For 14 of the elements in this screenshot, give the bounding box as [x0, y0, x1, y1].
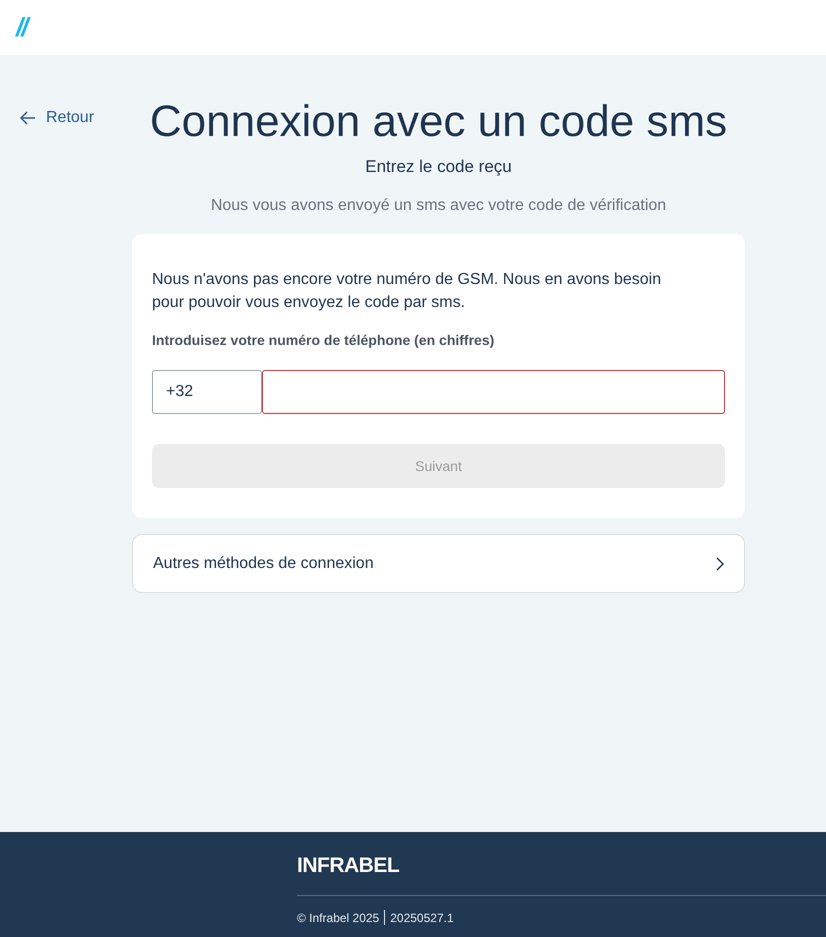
footer-logo: INFRABEL — [297, 854, 400, 878]
info-message: Nous n'avons pas encore votre numéro de GSM. Nous en avons besoin pour pouvoir vous envoyez le code par sms. — [152, 270, 662, 313]
page-title: Connexion avec un code sms — [150, 97, 728, 147]
back-link[interactable]: Retour — [20, 109, 94, 127]
version: 20250527.1 — [390, 910, 454, 924]
other-methods-button[interactable]: Autres méthodes de connexion — [132, 534, 745, 593]
phone-label: Introduisez votre numéro de téléphone (en chiffres) — [152, 332, 496, 348]
subtitle: Entrez le code reçu — [365, 157, 512, 177]
chevron-right-icon — [716, 556, 724, 570]
phone-input[interactable] — [262, 370, 725, 414]
country-code-field[interactable]: +32 — [152, 370, 262, 414]
arrow-left-icon — [20, 111, 36, 125]
description: Nous vous avons envoyé un sms avec votre code de vérification — [210, 197, 666, 215]
copyright: © Infrabel 2025 — [297, 910, 380, 924]
